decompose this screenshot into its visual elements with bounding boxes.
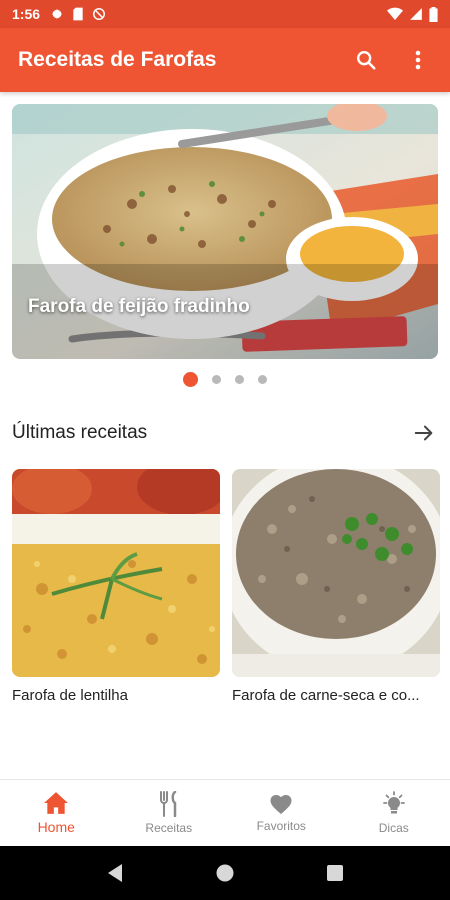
lightbulb-icon [382,791,405,814]
app-bar: Receitas de Farofas [0,28,450,92]
featured-carousel[interactable]: Farofa de feijão fradinho [12,104,438,359]
nav-item-dicas[interactable]: Dicas [338,780,450,846]
nav-label-dicas: Dicas [378,821,409,835]
see-all-button[interactable] [410,419,438,447]
status-icons-left [50,7,106,21]
app-screen: 1:56 Receitas de Farofas Farofa de feijã… [0,0,450,900]
status-right [387,6,438,22]
search-icon [357,51,376,70]
nav-item-receitas[interactable]: Receitas [113,780,226,846]
fork-knife-icon [159,791,176,817]
recipe-image [232,469,440,677]
more-options-button[interactable] [404,46,432,74]
pager-dot-3[interactable] [235,375,244,384]
carousel-pager [0,372,450,387]
sd-card-icon [73,7,83,21]
back-icon[interactable] [106,863,124,883]
home-circle-icon[interactable] [215,863,235,883]
arrow-right-icon [414,425,433,441]
bottom-navigation: Home Receitas Favoritos Dicas [0,779,450,846]
carousel-title: Farofa de feijão fradinho [28,296,250,317]
battery-icon [429,6,438,22]
pager-dot-4[interactable] [258,375,267,384]
recipe-card-label: Farofa de carne-seca e co... [232,687,420,704]
no-sync-icon [93,8,106,20]
status-bar: 1:56 [0,0,450,28]
gear-icon [51,8,63,20]
app-title: Receitas de Farofas [18,48,217,71]
section-title: Últimas receitas [12,422,148,443]
pager-dot-2[interactable] [212,375,221,384]
recipe-image [12,469,220,677]
nav-label-home: Home [37,819,75,835]
recipe-card-label: Farofa de lentilha [12,687,128,704]
status-left: 1:56 [12,6,106,22]
recents-icon[interactable] [326,864,344,882]
recipe-card-image [12,469,220,677]
more-vert-icon [415,50,421,70]
recipe-card[interactable]: Farofa de carne-seca e co... [232,469,440,704]
featured-recipe-image [12,104,438,359]
search-button[interactable] [352,46,380,74]
heart-icon [270,795,292,814]
recipe-card-image [232,469,440,677]
wifi-icon [387,7,403,21]
nav-label-receitas: Receitas [145,821,193,835]
latest-recipes-header: Últimas receitas [12,418,438,448]
nav-label-favoritos: Favoritos [256,819,306,833]
app-actions [352,46,432,74]
recipe-card[interactable]: Farofa de lentilha [12,469,220,704]
home-icon [44,792,69,814]
signal-icon [410,8,422,20]
status-time: 1:56 [12,6,41,22]
nav-item-favoritos[interactable]: Favoritos [225,780,338,846]
nav-item-home[interactable]: Home [0,780,113,846]
system-navigation-bar [0,846,450,900]
pager-dot-1[interactable] [183,372,198,387]
